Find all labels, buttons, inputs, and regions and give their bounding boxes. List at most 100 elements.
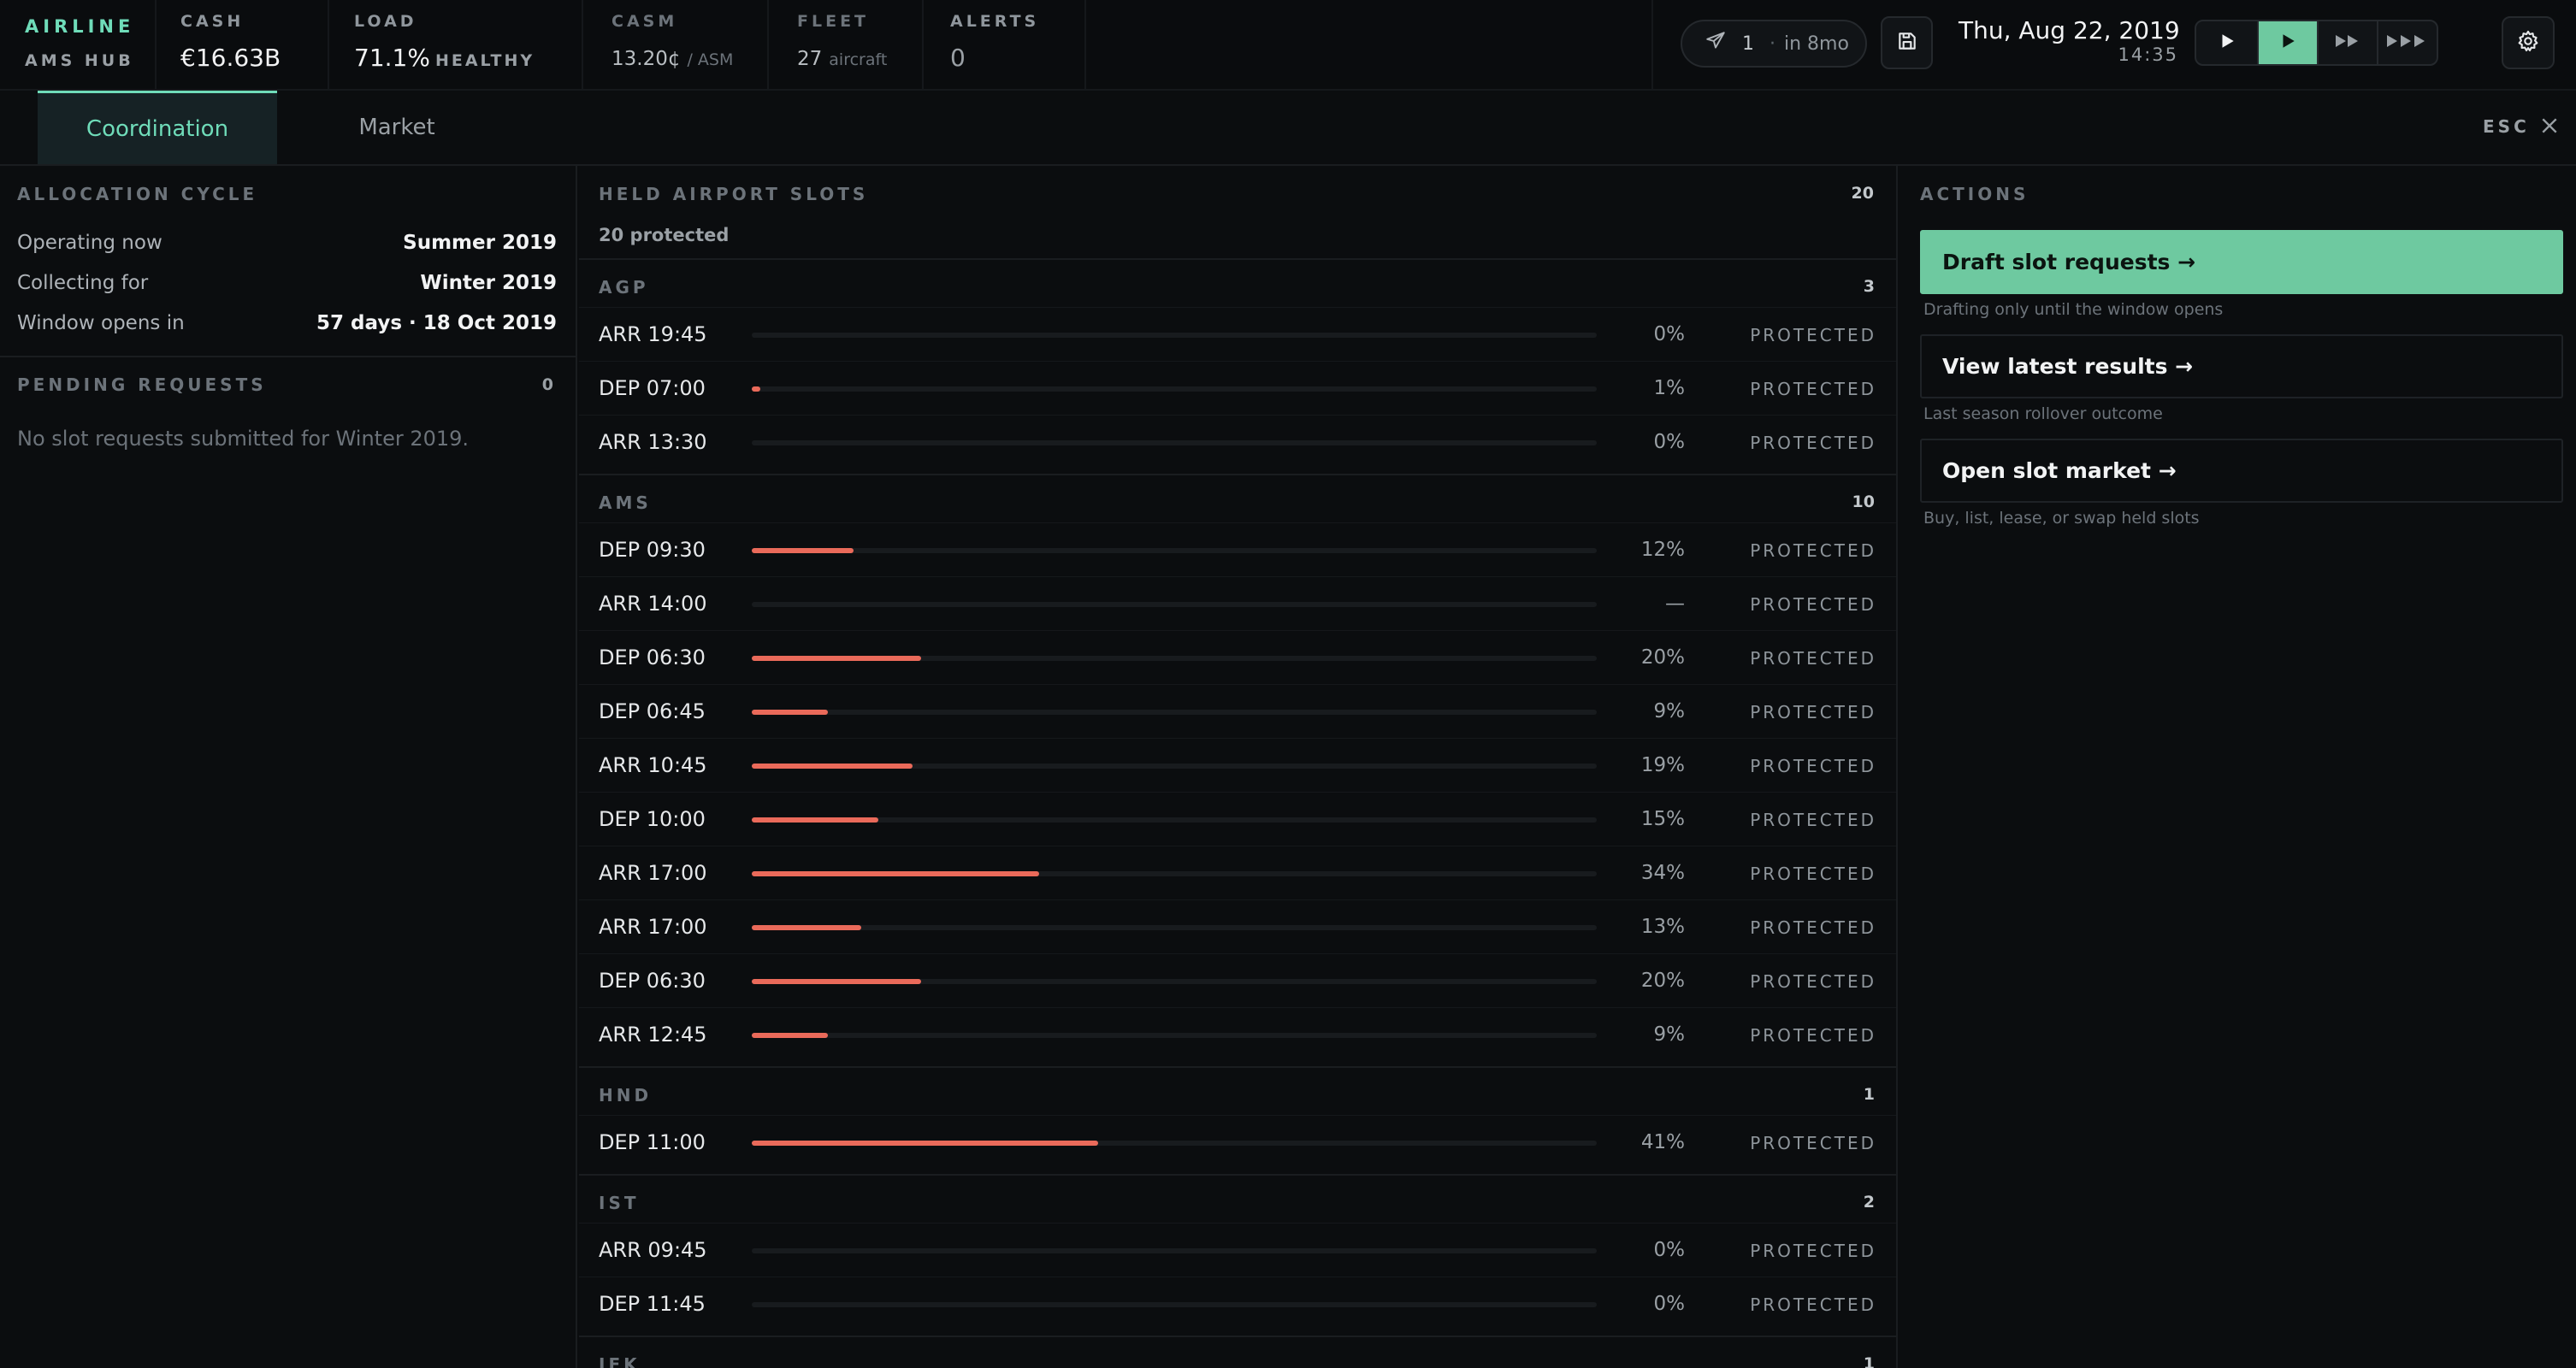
utilization-bar: [752, 548, 1597, 553]
utilization-fill: [752, 386, 760, 392]
slot-row[interactable]: DEP 06:45 9% PROTECTED: [579, 684, 1896, 738]
slot-row[interactable]: ARR 09:45 0% PROTECTED: [579, 1223, 1896, 1277]
airport-slot-count: 1: [1863, 1085, 1875, 1104]
utilization-percent: 41%: [1640, 1131, 1685, 1153]
utilization-bar: [752, 440, 1597, 445]
slot-time: DEP 10:00: [599, 807, 706, 831]
alerts-value: 0: [950, 44, 966, 72]
slot-row[interactable]: ARR 17:00 34% PROTECTED: [579, 846, 1896, 899]
slot-row[interactable]: ARR 17:00 13% PROTECTED: [579, 899, 1896, 953]
slot-row[interactable]: ARR 13:30 0% PROTECTED: [579, 415, 1896, 469]
airport-slot-count: 3: [1863, 277, 1875, 296]
close-button[interactable]: [2540, 116, 2559, 139]
slot-time: DEP 09:30: [599, 538, 706, 562]
divider: [582, 0, 583, 89]
slot-time: ARR 14:00: [599, 592, 707, 616]
fleet-value: 27: [797, 48, 823, 70]
slot-status: PROTECTED: [1750, 756, 1876, 776]
airport-code: AMS: [599, 492, 652, 513]
slot-time: ARR 09:45: [599, 1238, 707, 1262]
alerts-label: ALERTS: [950, 12, 1040, 31]
tab-market[interactable]: Market: [277, 91, 517, 164]
slot-row[interactable]: ARR 14:00 — PROTECTED: [579, 576, 1896, 630]
slot-row[interactable]: DEP 07:00 1% PROTECTED: [579, 361, 1896, 415]
utilization-percent: 34%: [1640, 862, 1685, 884]
open-slot-market-button[interactable]: Open slot market →: [1920, 439, 2563, 503]
airport-code: JFK: [599, 1354, 641, 1368]
market-hint: Buy, list, lease, or swap held slots: [1923, 509, 2200, 528]
divider: [922, 0, 924, 89]
fast-forward-icon: [2333, 32, 2362, 54]
slot-row[interactable]: DEP 09:30 12% PROTECTED: [579, 522, 1896, 576]
utilization-bar: [752, 1033, 1597, 1038]
slot-status: PROTECTED: [1750, 1241, 1876, 1261]
slot-row[interactable]: DEP 10:00 15% PROTECTED: [579, 792, 1896, 846]
airport-code: HND: [599, 1085, 653, 1106]
save-button[interactable]: [1881, 16, 1933, 69]
utilization-fill: [752, 925, 861, 930]
casm-value-wrap: 13.20¢ / ASM: [612, 48, 733, 70]
airport-slot-count: 2: [1863, 1193, 1875, 1212]
divider: [767, 0, 769, 89]
slot-time: DEP 07:00: [599, 376, 706, 400]
slot-time: DEP 11:00: [599, 1130, 706, 1154]
play-button[interactable]: [2196, 21, 2259, 64]
slot-status: PROTECTED: [1750, 702, 1876, 722]
fastest-forward-icon: [2385, 32, 2430, 54]
actions-title: ACTIONS: [1920, 184, 2029, 204]
slot-time: DEP 06:45: [599, 699, 706, 723]
airport-code: AGP: [599, 277, 649, 298]
utilization-fill: [752, 764, 913, 769]
slot-row[interactable]: DEP 11:00 41% PROTECTED: [579, 1115, 1896, 1169]
fleet-label: FLEET: [797, 12, 870, 31]
slot-status: PROTECTED: [1750, 648, 1876, 669]
slot-time: ARR 17:00: [599, 861, 707, 885]
in-flight-pill[interactable]: 1 · in 8mo: [1681, 20, 1867, 68]
divider: [1084, 0, 1086, 89]
load-status: HEALTHY: [434, 51, 535, 70]
slot-row[interactable]: DEP 11:45 0% PROTECTED: [579, 1277, 1896, 1330]
allocation-row: Window opens in 57 days · 18 Oct 2019: [17, 312, 557, 334]
tab-bar: Coordination Market ESC: [0, 91, 2576, 166]
speed-normal-button[interactable]: [2259, 21, 2319, 64]
slot-status: PROTECTED: [1750, 433, 1876, 453]
airport-group-header: IST 2: [579, 1174, 1896, 1228]
utilization-bar: [752, 710, 1597, 715]
in-flight-eta: in 8mo: [1784, 32, 1849, 55]
view-latest-results-button[interactable]: View latest results →: [1920, 334, 2563, 398]
utilization-percent: 1%: [1653, 377, 1686, 399]
allocation-key: Window opens in: [17, 312, 185, 334]
draft-hint: Drafting only until the window opens: [1923, 300, 2224, 319]
allocation-value: Winter 2019: [420, 272, 557, 294]
utilization-bar: [752, 1248, 1597, 1253]
slot-row[interactable]: ARR 19:45 0% PROTECTED: [579, 307, 1896, 361]
slot-time: ARR 19:45: [599, 322, 707, 346]
draft-slot-requests-button[interactable]: Draft slot requests →: [1920, 230, 2563, 294]
top-bar: AIRLINE AMS HUB CASH €16.63B LOAD 71.1% H…: [0, 0, 2576, 91]
slot-status: PROTECTED: [1750, 917, 1876, 938]
airport-code: IST: [599, 1193, 640, 1213]
slot-status: PROTECTED: [1750, 1133, 1876, 1153]
slot-row[interactable]: ARR 12:45 9% PROTECTED: [579, 1007, 1896, 1061]
pending-empty-message: No slot requests submitted for Winter 20…: [17, 427, 470, 451]
allocation-row: Collecting for Winter 2019: [17, 272, 557, 294]
fleet-value-wrap: 27 aircraft: [797, 48, 887, 70]
slot-row[interactable]: DEP 06:30 20% PROTECTED: [579, 953, 1896, 1007]
utilization-bar: [752, 871, 1597, 876]
slot-time: ARR 12:45: [599, 1023, 707, 1047]
held-slots-title: HELD AIRPORT SLOTS: [599, 184, 869, 204]
slot-time: DEP 11:45: [599, 1292, 706, 1316]
speed-fastest-button[interactable]: [2378, 21, 2437, 64]
utilization-percent: 0%: [1653, 431, 1686, 453]
utilization-bar: [752, 817, 1597, 823]
slot-row[interactable]: DEP 06:30 20% PROTECTED: [579, 630, 1896, 684]
tab-coordination[interactable]: Coordination: [38, 91, 277, 164]
airport-slot-count: 10: [1852, 492, 1875, 511]
allocation-row: Operating now Summer 2019: [17, 232, 557, 254]
settings-button[interactable]: [2502, 16, 2555, 69]
game-time: 14:35: [2118, 44, 2178, 65]
slot-row[interactable]: ARR 10:45 19% PROTECTED: [579, 738, 1896, 792]
speed-fast-button[interactable]: [2319, 21, 2378, 64]
cash-value: €16.63B: [180, 44, 281, 72]
casm-value: 13.20¢: [612, 48, 681, 70]
